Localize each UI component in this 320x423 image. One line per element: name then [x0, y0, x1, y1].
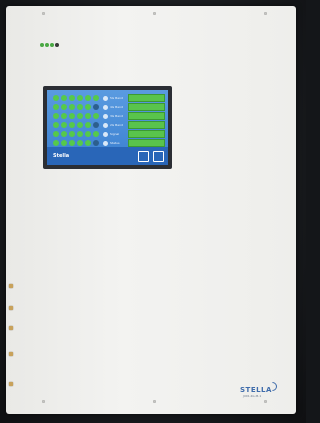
status-led — [40, 43, 44, 47]
rf-port — [9, 306, 13, 310]
band-indicator-dot — [53, 131, 59, 137]
status-row: 3G Band OK — [103, 112, 165, 129]
status-row-label: Status — [110, 141, 120, 145]
status-row-label: Signal — [110, 132, 120, 136]
band-indicator-dot — [93, 95, 99, 101]
antenna-icon — [103, 113, 108, 119]
rf-port — [9, 284, 13, 288]
logo-model-line: JUDI-4G-M-1 — [243, 394, 262, 398]
band-indicator-dot — [85, 104, 91, 110]
band-indicator-dot — [69, 104, 75, 110]
band-indicator-dot — [77, 104, 83, 110]
rf-port — [9, 352, 13, 356]
band-indicator-dot — [93, 122, 99, 128]
status-row-label: 4G Band — [110, 105, 123, 109]
status-row-bar: OK — [128, 112, 165, 129]
screw — [42, 12, 45, 15]
screw — [153, 12, 156, 15]
band-indicator-dot — [53, 104, 59, 110]
band-indicator-dot — [61, 104, 67, 110]
screw — [264, 400, 267, 403]
status-row: Status OK — [103, 139, 165, 156]
rf-port — [9, 382, 13, 386]
band-indicator-dot — [69, 140, 75, 146]
band-indicator-dot — [53, 113, 59, 119]
status-row: 5G Band OK — [103, 94, 165, 111]
band-indicator-dot — [61, 95, 67, 101]
display-brand-label: Stella — [53, 153, 70, 159]
band-indicator-dot — [85, 140, 91, 146]
status-row-bar: OK — [128, 139, 165, 156]
status-row-bar: OK — [128, 121, 165, 138]
device-enclosure: 5G BandOK4G BandOK3G BandOK2G BandOKSign… — [6, 6, 296, 414]
band-indicator-dot — [93, 113, 99, 119]
antenna-icon — [103, 104, 108, 110]
antenna-icon — [103, 122, 108, 128]
screw — [42, 400, 45, 403]
stella-logo: STELLA JUDI-4G-M-1 — [240, 380, 279, 398]
band-indicator-dot — [53, 122, 59, 128]
status-row: 4G Band OK — [103, 103, 165, 120]
settings-soft-button[interactable] — [153, 150, 164, 162]
band-indicator-dot — [69, 113, 75, 119]
band-indicator-dot — [61, 122, 67, 128]
band-indicator-dot — [85, 113, 91, 119]
band-indicator-dot — [61, 131, 67, 137]
band-indicator-dot — [53, 95, 59, 101]
antenna-icon — [103, 131, 108, 137]
band-indicator-grid — [53, 95, 100, 148]
status-row: 2G Band OK — [103, 121, 165, 138]
band-indicator-dot — [93, 104, 99, 110]
status-led-strip — [40, 43, 59, 47]
status-led — [55, 43, 59, 47]
band-indicator-dot — [61, 140, 67, 146]
screw — [264, 12, 267, 15]
display-footer: Stella — [47, 147, 168, 165]
status-row-bar: OK — [128, 103, 165, 120]
band-indicator-dot — [77, 113, 83, 119]
band-indicator-dot — [93, 140, 99, 146]
band-indicator-dot — [93, 131, 99, 137]
band-indicator-dot — [61, 113, 67, 119]
band-indicator-dot — [77, 95, 83, 101]
band-indicator-dot — [53, 140, 59, 146]
display-panel[interactable]: 5G BandOK4G BandOK3G BandOK2G BandOKSign… — [47, 90, 168, 165]
band-indicator-dot — [77, 131, 83, 137]
status-row-bar: OK — [128, 94, 165, 111]
touch-screen[interactable]: 5G BandOK4G BandOK3G BandOK2G BandOKSign… — [43, 86, 172, 169]
status-row-label: 3G Band — [110, 114, 123, 118]
antenna-icon — [103, 140, 108, 146]
band-indicator-dot — [69, 95, 75, 101]
band-indicator-dot — [77, 140, 83, 146]
antenna-icon — [103, 95, 108, 101]
screw — [153, 400, 156, 403]
status-led — [50, 43, 54, 47]
band-indicator-dot — [69, 131, 75, 137]
home-soft-button[interactable] — [138, 150, 149, 162]
status-row-label: 5G Band — [110, 96, 123, 100]
band-indicator-dot — [85, 122, 91, 128]
status-row: Signal OK — [103, 130, 165, 147]
status-row-bar: OK — [128, 130, 165, 147]
band-indicator-dot — [85, 95, 91, 101]
status-led — [45, 43, 49, 47]
band-indicator-dot — [69, 122, 75, 128]
status-row-list: 5G BandOK4G BandOK3G BandOK2G BandOKSign… — [103, 94, 165, 156]
band-indicator-dot — [77, 122, 83, 128]
band-indicator-dot — [85, 131, 91, 137]
status-row-label: 2G Band — [110, 123, 123, 127]
rf-port — [9, 326, 13, 330]
